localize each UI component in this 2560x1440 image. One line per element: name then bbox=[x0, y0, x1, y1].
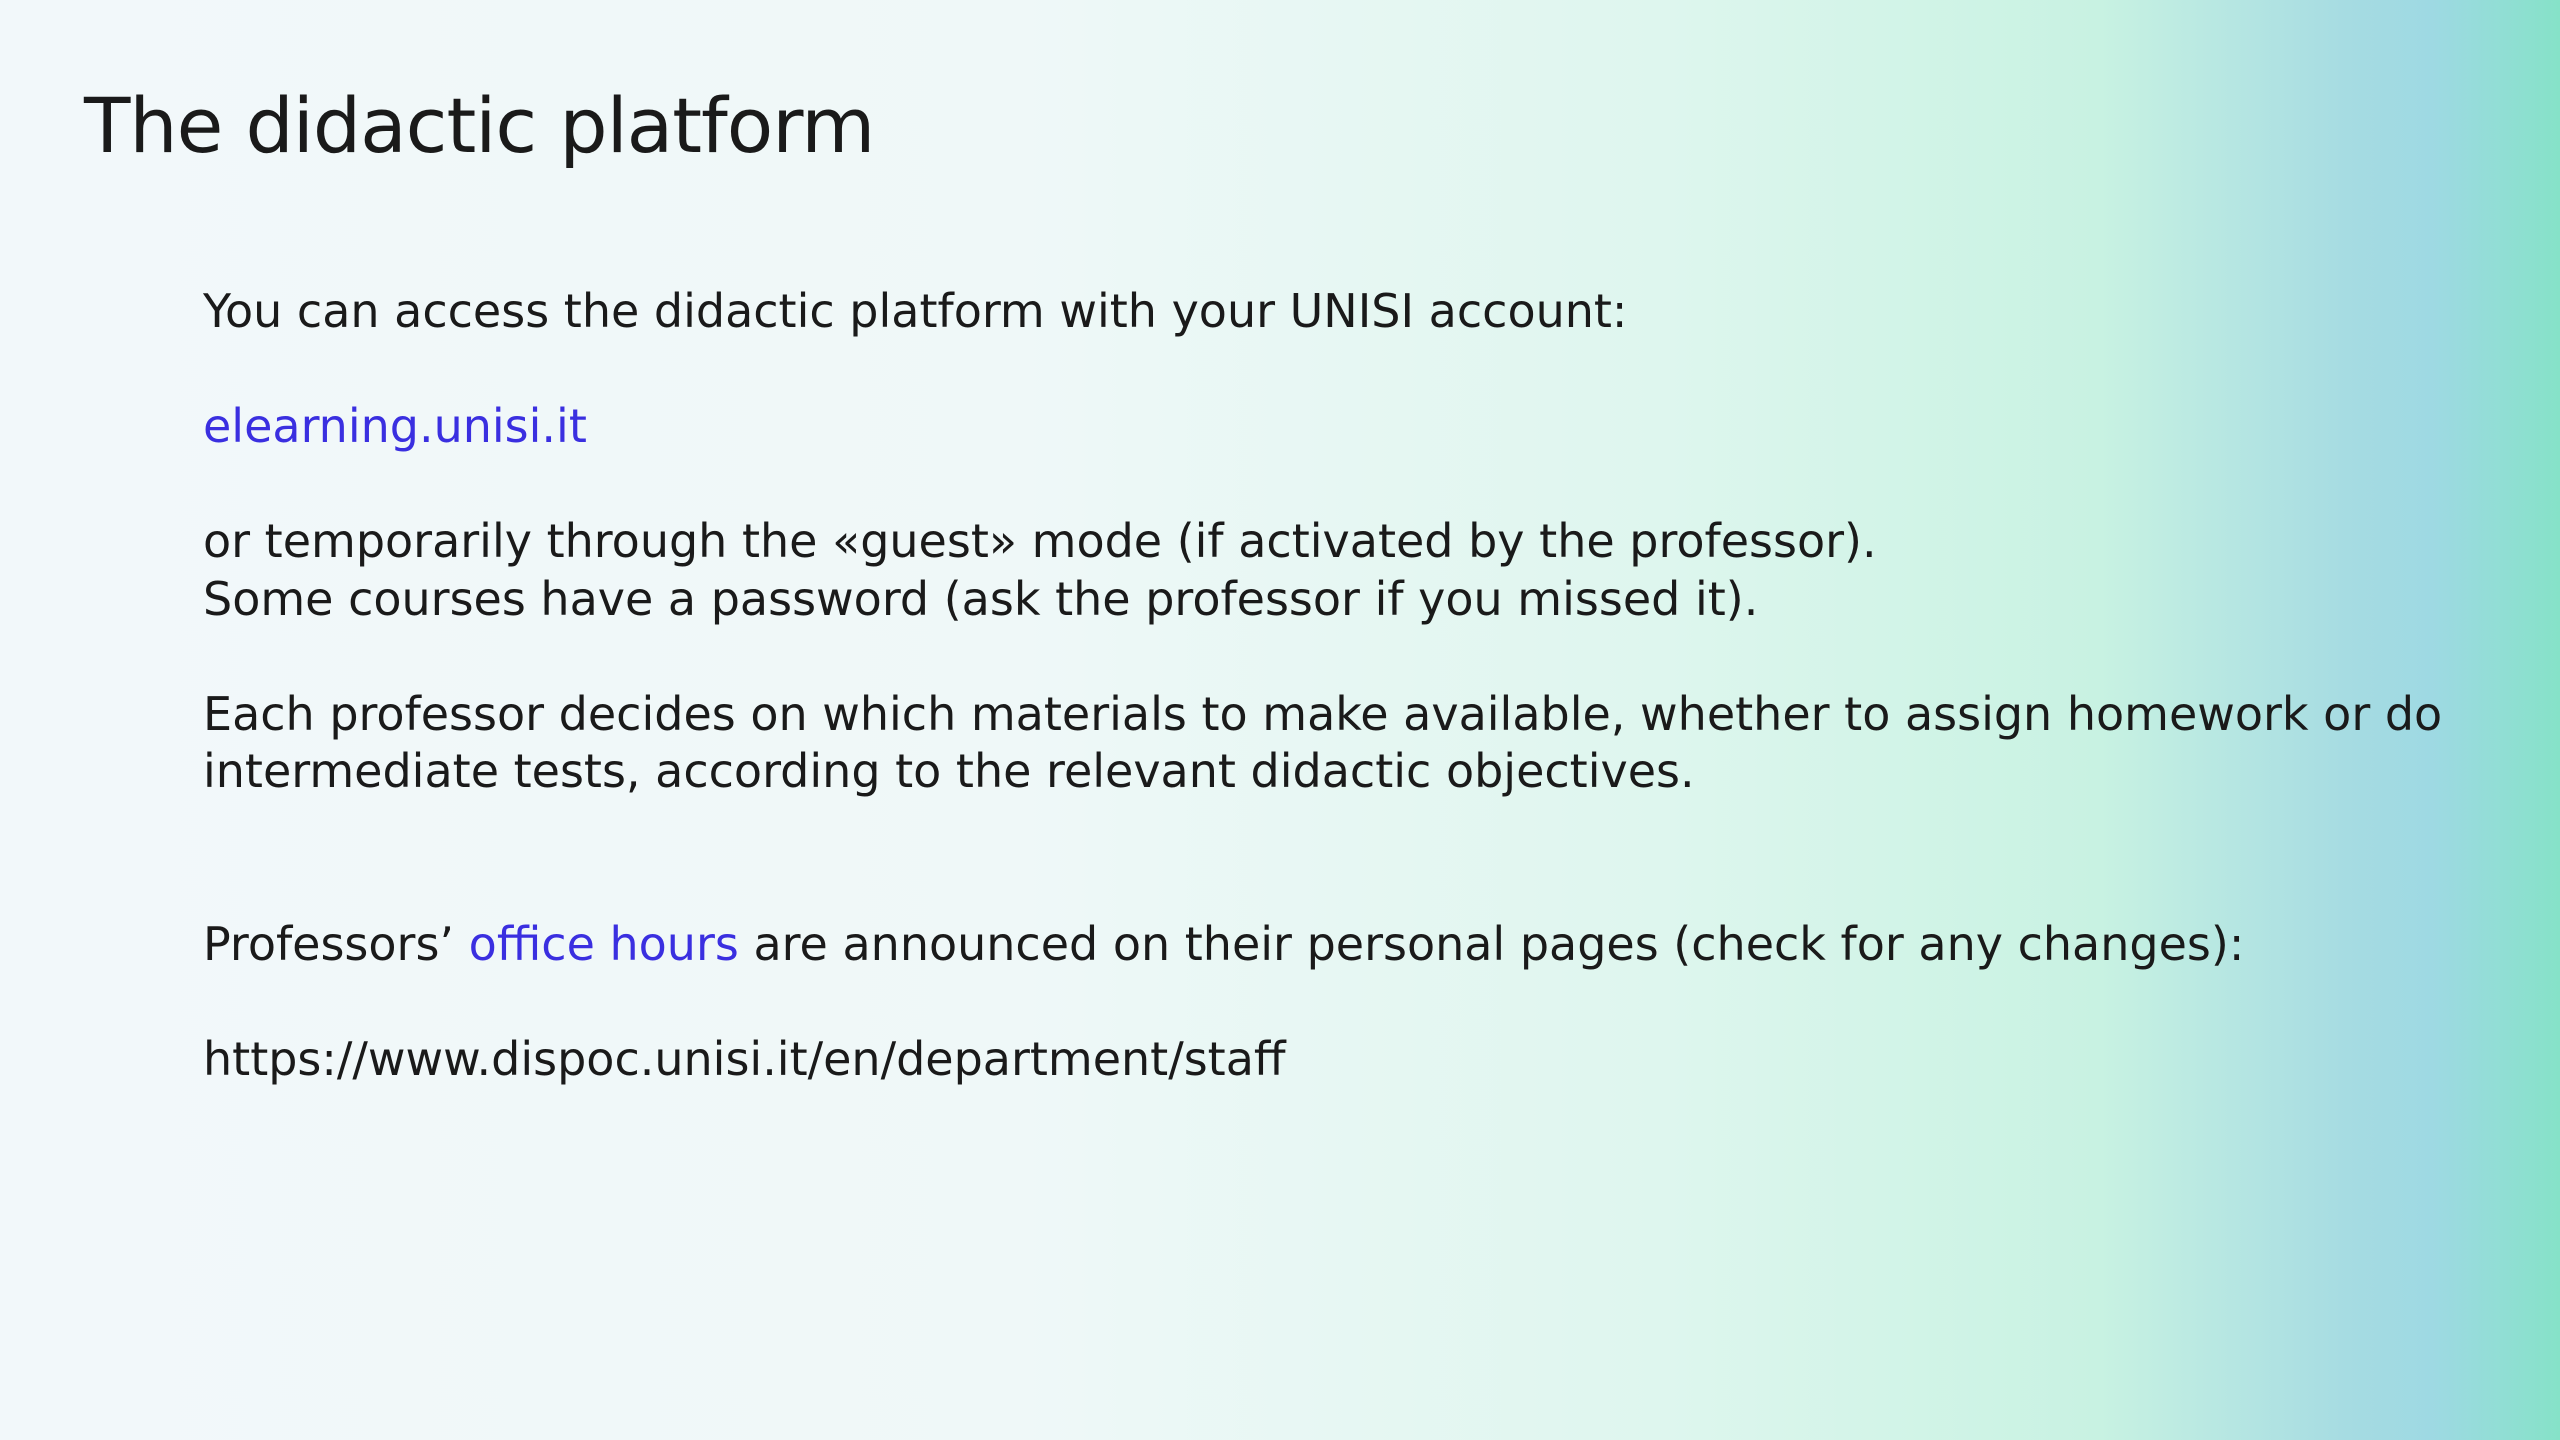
office-hours-link[interactable]: office hours bbox=[469, 917, 739, 971]
elearning-line: elearning.unisi.it bbox=[203, 398, 2423, 456]
office-hours-line: Professors’ office hours are announced o… bbox=[203, 916, 2423, 974]
password-text: Some courses have a password (ask the pr… bbox=[203, 571, 1759, 626]
slide: The didactic platform You can access the… bbox=[0, 0, 2560, 1440]
elearning-link[interactable]: elearning.unisi.it bbox=[203, 399, 587, 453]
slide-title: The didactic platform bbox=[84, 81, 875, 170]
access-intro-text: You can access the didactic platform wit… bbox=[203, 284, 1628, 338]
staff-url-text: https://www.dispoc.unisi.it/en/departmen… bbox=[203, 1031, 1286, 1086]
guest-mode-text: or temporarily through the «guest» mode … bbox=[203, 514, 1877, 568]
materials-text-line-2: intermediate tests, according to the rel… bbox=[203, 744, 1695, 798]
materials-text-line-1: Each professor decides on which material… bbox=[203, 686, 2443, 741]
office-hours-suffix: are announced on their personal pages (c… bbox=[738, 916, 2245, 971]
slide-body: You can access the didactic platform wit… bbox=[203, 283, 2443, 1088]
office-hours-prefix: Professors’ bbox=[203, 916, 469, 971]
